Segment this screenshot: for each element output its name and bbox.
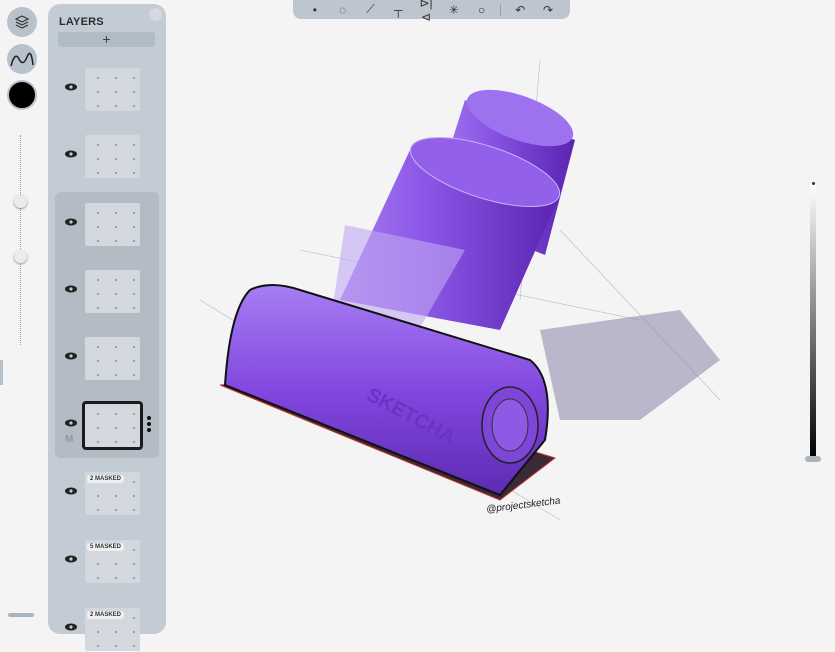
tool-column [0,0,46,626]
layer-thumbnail[interactable] [85,270,140,313]
eye-icon[interactable] [65,150,77,158]
undo-icon[interactable]: ↶ [511,3,529,17]
layer-row[interactable] [48,203,166,247]
rotate-icon[interactable]: ○ [473,3,491,17]
eye-icon[interactable] [65,352,77,360]
layer-row[interactable] [48,337,166,381]
eye-icon[interactable] [65,623,77,631]
layers-icon [14,15,30,29]
masked-badge: 2 MASKED [87,475,125,483]
opacity-slider[interactable] [805,180,821,462]
redo-icon[interactable]: ↷ [539,3,557,17]
color-swatch[interactable] [7,80,37,110]
mask-mode-label[interactable]: M [65,434,73,445]
layers-button[interactable] [7,7,37,37]
layer-row[interactable] [48,270,166,314]
eye-icon[interactable] [65,285,77,293]
bottom-handle[interactable] [8,613,34,617]
size-slider-knob[interactable] [14,195,27,208]
layers-panel: LAYERS + M 2 MASKED 5 MASKED 2 MASKED [48,4,166,651]
curve-icon[interactable]: ⟋ [361,2,379,17]
layer-thumbnail[interactable] [85,337,140,380]
brush-stroke-icon [10,52,34,67]
layer-row[interactable]: M [48,401,166,450]
edge-handle[interactable] [0,360,3,385]
layer-thumbnail[interactable]: 2 MASKED [85,608,140,651]
eye-icon[interactable] [65,555,77,563]
layer-thumbnail[interactable] [82,401,143,450]
layer-thumbnail[interactable]: 5 MASKED [85,540,140,583]
layer-row[interactable] [48,68,166,112]
lasso-icon[interactable]: ◌ [334,3,352,17]
top-toolbar: • ◌ ⟋ ┬ ⊳|⊲ ✳ ○ ↶ ↷ [293,0,570,24]
layer-thumbnail[interactable] [85,203,140,246]
add-layer-button[interactable]: + [58,32,155,47]
layer-row[interactable]: 2 MASKED [48,472,166,516]
layer-row[interactable] [48,135,166,179]
layer-row[interactable]: 5 MASKED [48,540,166,584]
perspective-icon[interactable]: ┬ [389,3,407,17]
divider [500,3,502,16]
masked-badge: 5 MASKED [87,543,125,551]
pin-icon[interactable] [149,8,162,21]
opacity-slider-knob[interactable] [14,250,27,263]
opacity-knob[interactable] [805,456,821,462]
layer-thumbnail[interactable] [85,68,140,111]
eye-icon[interactable] [65,419,77,427]
eye-icon[interactable] [65,83,77,91]
radial-icon[interactable]: ✳ [445,3,463,17]
symmetry-icon[interactable]: ⊳|⊲ [417,0,435,24]
more-options-icon[interactable] [147,416,151,434]
brush-button[interactable] [7,44,37,74]
layer-thumbnail[interactable] [85,135,140,178]
layer-thumbnail[interactable]: 2 MASKED [85,472,140,515]
masked-badge: 2 MASKED [87,611,125,619]
dot-icon[interactable]: • [306,3,324,17]
opacity-track [810,184,816,458]
size-slider-track[interactable] [20,135,21,345]
eye-icon[interactable] [65,487,77,495]
panel-title: LAYERS [59,16,104,28]
eye-icon[interactable] [65,218,77,226]
top-dot [812,182,815,185]
layer-row[interactable]: 2 MASKED [48,608,166,652]
